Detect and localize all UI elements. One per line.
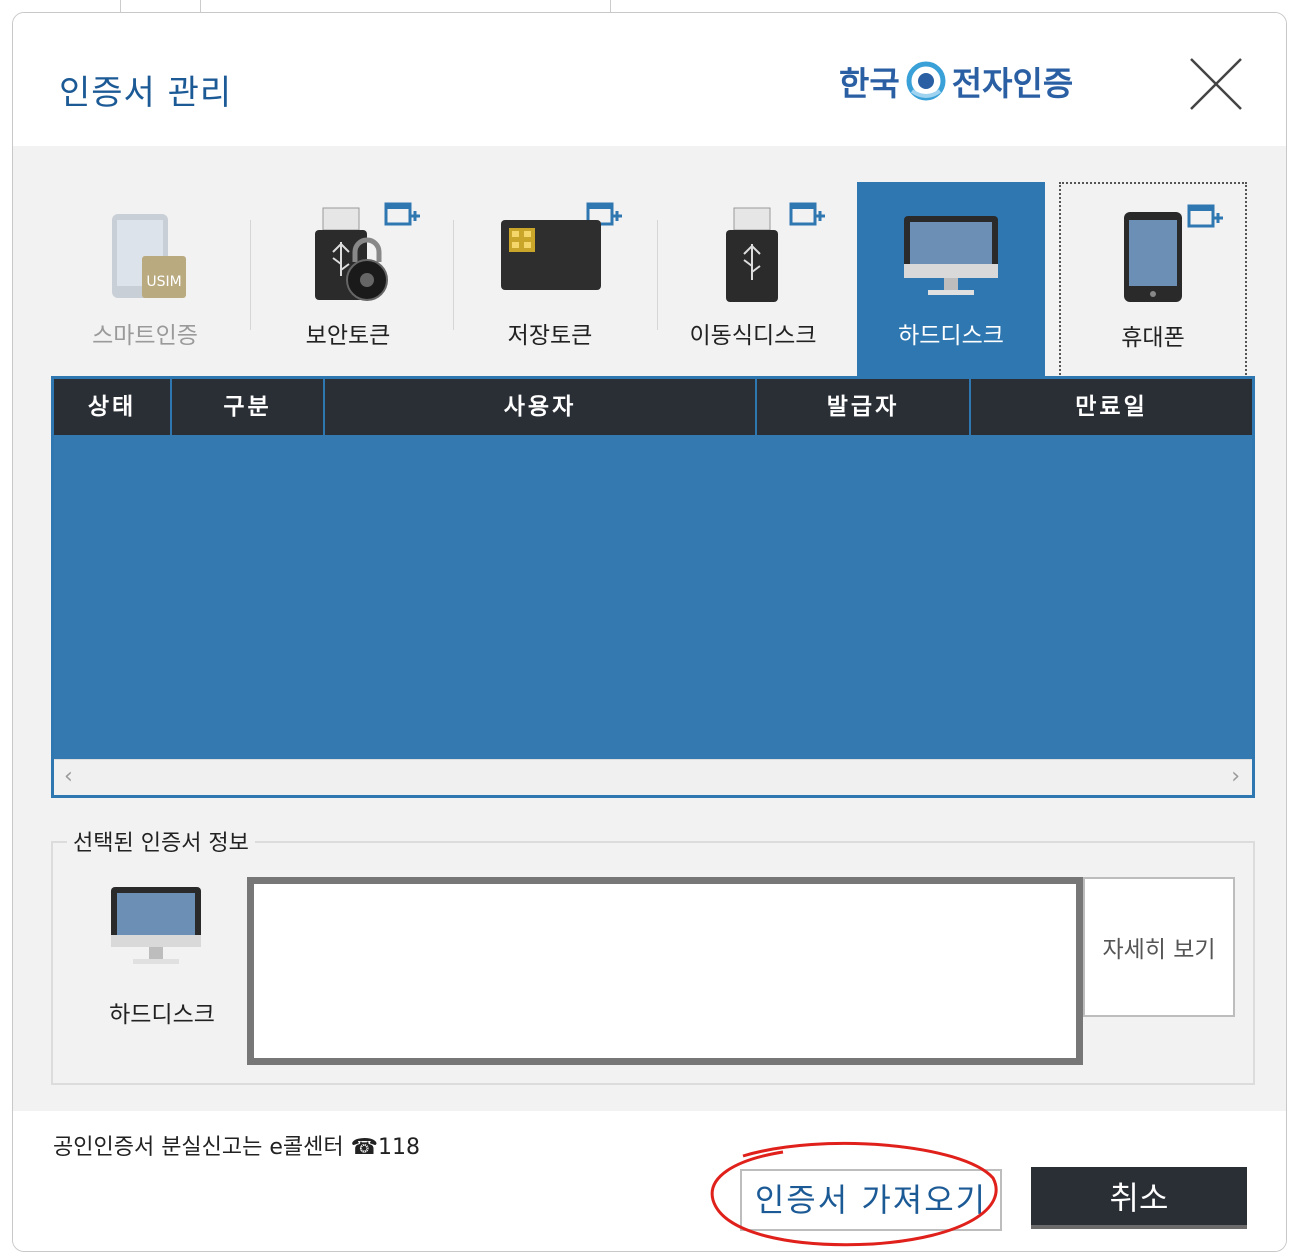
scroll-right-icon[interactable]: ›	[1231, 764, 1240, 789]
dialog-content: USIM 스마트인증 보안토큰 저장토큰 이동식디스크 하드디스크 휴대폰 상태…	[13, 146, 1286, 1111]
usb-lock-icon	[315, 207, 388, 301]
svg-text:USIM: USIM	[146, 274, 181, 290]
device-label: 하드디스크	[109, 1002, 215, 1028]
tab-removable-disk[interactable]: 이동식디스크	[659, 182, 847, 378]
dialog-title: 인증서 관리	[59, 73, 233, 113]
info-legend: 선택된 인증서 정보	[67, 825, 255, 857]
tab-label: 하드디스크	[898, 323, 1004, 349]
tab-smart-auth[interactable]: USIM 스마트인증	[51, 182, 239, 378]
table-header: 상태 구분 사용자 발급자 만료일	[54, 379, 1252, 435]
certificate-detail-box	[247, 877, 1083, 1065]
tab-label: 이동식디스크	[689, 323, 817, 349]
view-details-button[interactable]: 자세히 보기	[1083, 877, 1235, 1017]
monitor-icon	[904, 216, 998, 295]
tab-label: 스마트인증	[92, 323, 198, 349]
brand-text-left: 한국	[839, 64, 900, 103]
loss-report-notice: 공인인증서 분실신고는 e콜센터 ☎118	[53, 1135, 421, 1160]
tab-separator	[250, 220, 251, 330]
brand-logo: 한국 전자인증	[839, 57, 1073, 105]
column-header-status[interactable]: 상태	[54, 379, 172, 435]
dialog-header: 인증서 관리 한국 전자인증	[13, 13, 1286, 146]
tab-label: 저장토큰	[507, 323, 593, 349]
tab-separator	[453, 220, 454, 330]
brand-emblem-icon	[906, 61, 946, 101]
horizontal-scrollbar[interactable]: ‹ ›	[54, 759, 1252, 795]
tab-security-token[interactable]: 보안토큰	[254, 182, 442, 378]
import-certificate-button[interactable]: 인증서 가져오기	[740, 1169, 1002, 1231]
tab-label: 휴대폰	[1121, 325, 1185, 351]
column-header-user[interactable]: 사용자	[325, 379, 757, 435]
brand-text-right: 전자인증	[951, 64, 1074, 103]
smartcard-chip-icon	[501, 220, 601, 290]
usb-drive-icon	[726, 207, 778, 302]
dialog-footer: 공인인증서 분실신고는 e콜센터 ☎118 인증서 가져오기 취소	[13, 1111, 1286, 1251]
underlying-divider	[200, 0, 201, 12]
storage-tabs: USIM 스마트인증 보안토큰 저장토큰 이동식디스크 하드디스크 휴대폰	[51, 182, 1251, 378]
column-header-issuer[interactable]: 발급자	[757, 379, 971, 435]
tab-separator	[657, 220, 658, 330]
certificate-table: 상태 구분 사용자 발급자 만료일 ‹ ›	[51, 376, 1255, 798]
column-header-expiry[interactable]: 만료일	[971, 379, 1252, 435]
close-icon[interactable]	[1185, 53, 1247, 115]
cancel-button[interactable]: 취소	[1031, 1167, 1247, 1229]
column-header-type[interactable]: 구분	[172, 379, 325, 435]
underlying-divider	[610, 0, 611, 12]
selected-certificate-info: 선택된 인증서 정보 하드디스크 자세히 보기	[51, 825, 1255, 1085]
mobile-phone-icon	[1124, 212, 1182, 302]
monitor-icon	[111, 887, 201, 964]
underlying-divider	[120, 0, 121, 12]
usim-phone-icon: USIM	[112, 214, 186, 298]
certificate-manager-dialog: 인증서 관리 한국 전자인증 USIM 스마트인증 보안토큰 저장토큰 이동식디…	[12, 12, 1287, 1252]
tab-label: 보안토큰	[305, 323, 391, 349]
tab-storage-token[interactable]: 저장토큰	[456, 182, 644, 378]
scroll-left-icon[interactable]: ‹	[64, 764, 73, 789]
tab-mobile-phone[interactable]: 휴대폰	[1059, 182, 1247, 378]
tab-hard-disk[interactable]: 하드디스크	[857, 182, 1045, 378]
